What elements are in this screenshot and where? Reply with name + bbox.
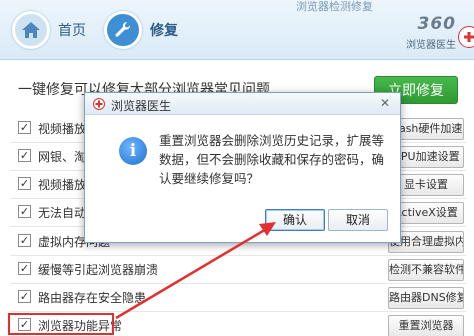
close-icon[interactable]: ✕ bbox=[380, 96, 390, 110]
tab-home-label: 首页 bbox=[58, 23, 86, 39]
doctor-cross-icon bbox=[93, 98, 105, 110]
dialog-title: 浏览器医生 bbox=[111, 99, 172, 113]
header-bar: 浏览器检测修复 首页 修复 360 浏览器医生 bbox=[0, 0, 474, 60]
divider bbox=[10, 283, 466, 284]
tab-repair-label: 修复 bbox=[150, 23, 178, 39]
highlight-box bbox=[8, 313, 114, 335]
confirm-button[interactable]: 确认 bbox=[265, 209, 325, 231]
checkbox[interactable]: ✓ bbox=[18, 121, 31, 134]
checkbox[interactable]: ✓ bbox=[18, 149, 31, 162]
row-label: 路由器存在安全隐患 bbox=[38, 291, 147, 305]
info-icon: i bbox=[119, 137, 147, 165]
brand: 360 浏览器医生 bbox=[392, 14, 456, 51]
tab-home[interactable]: 首页 bbox=[12, 10, 86, 50]
wrench-icon bbox=[104, 11, 142, 49]
divider bbox=[10, 255, 466, 256]
home-icon bbox=[12, 11, 50, 49]
checkbox[interactable]: ✓ bbox=[18, 234, 31, 247]
list-item: ✓ 缓慢等引起浏览器崩溃 检测不兼容软件 bbox=[18, 259, 464, 281]
checkbox[interactable]: ✓ bbox=[18, 262, 31, 275]
cancel-button[interactable]: 取消 bbox=[328, 209, 388, 231]
dialog-message: 重置浏览器会删除浏览历史记录，扩展等数据，但不会删除收藏和保存的密码，确认要继续… bbox=[159, 133, 385, 186]
confirm-dialog: 浏览器医生 ✕ i 重置浏览器会删除浏览历史记录，扩展等数据，但不会删除收藏和保… bbox=[84, 92, 401, 243]
dialog-titlebar: 浏览器医生 ✕ bbox=[85, 93, 400, 115]
list-item: ✓ 路由器存在安全隐患 路由器DNS修复 bbox=[18, 287, 464, 309]
reset-browser-button[interactable]: 重置浏览器 bbox=[388, 315, 464, 336]
checkbox[interactable]: ✓ bbox=[18, 290, 31, 303]
brand-name: 浏览器医生 bbox=[406, 40, 456, 51]
doctor-cross-icon bbox=[458, 26, 474, 48]
tab-repair[interactable]: 修复 bbox=[104, 10, 178, 50]
checkbox[interactable]: ✓ bbox=[18, 177, 31, 190]
top-link[interactable]: 浏览器检测修复 bbox=[296, 0, 373, 14]
row-action-button[interactable]: 检测不兼容软件 bbox=[388, 259, 464, 281]
brand-number: 360 bbox=[417, 14, 456, 34]
checkbox[interactable]: ✓ bbox=[18, 205, 31, 218]
row-action-button[interactable]: 路由器DNS修复 bbox=[388, 287, 464, 309]
divider bbox=[10, 311, 466, 312]
row-label: 缓慢等引起浏览器崩溃 bbox=[38, 263, 159, 277]
